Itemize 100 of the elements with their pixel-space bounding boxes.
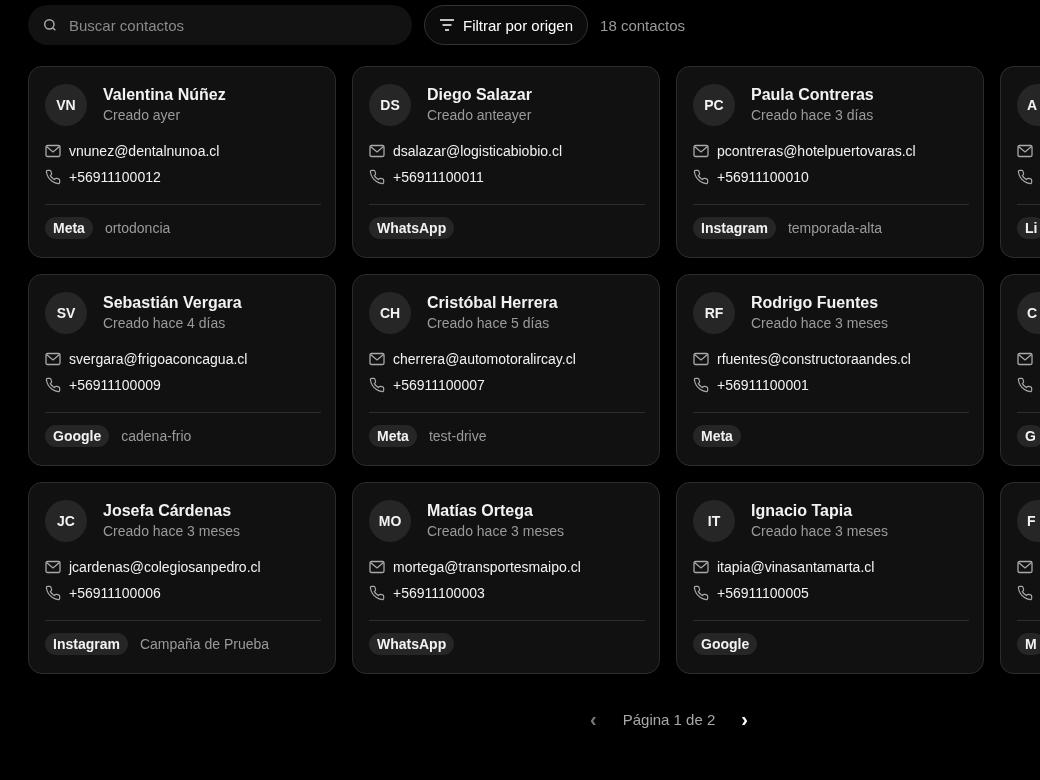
mail-icon bbox=[693, 560, 709, 574]
contact-card[interactable]: C G bbox=[1000, 274, 1040, 466]
mail-icon bbox=[369, 144, 385, 158]
avatar: DS bbox=[369, 83, 411, 126]
contact-tag: test-drive bbox=[428, 428, 487, 444]
email-text: itapia@vinasantamarta.cl bbox=[717, 559, 875, 575]
phone-text: +56911100001 bbox=[717, 377, 809, 393]
source-tag: WhatsApp bbox=[369, 633, 455, 655]
phone-text: +56911100006 bbox=[69, 585, 161, 601]
avatar: PC bbox=[693, 83, 735, 126]
contact-card[interactable]: RF Rodrigo Fuentes Creado hace 3 meses rfuentes@constructoraandes.cl +56911100001 Meta bbox=[676, 274, 984, 466]
mail-icon bbox=[1017, 352, 1033, 366]
source-tag: Li bbox=[1017, 217, 1040, 239]
contact-card[interactable]: DS Diego Salazar Creado anteayer dsalazar@logisticabiobio.cl +56911100011 WhatsApp bbox=[352, 66, 660, 258]
created-date: Creado ayer bbox=[103, 105, 182, 125]
phone-icon bbox=[45, 169, 61, 185]
created-date: Creado hace 4 días bbox=[103, 313, 227, 333]
contact-card[interactable]: CH Cristóbal Herrera Creado hace 5 días cherrera@automotoralircay.cl +56911100007 Meta test-drive bbox=[352, 274, 660, 466]
contact-name: Josefa Cárdenas bbox=[103, 500, 233, 521]
mail-icon bbox=[45, 560, 61, 574]
mail-icon bbox=[1017, 560, 1033, 574]
phone-text: +56911100010 bbox=[717, 169, 809, 185]
avatar: A bbox=[1017, 83, 1040, 126]
contact-count: 18 contactos bbox=[600, 16, 686, 34]
mail-icon bbox=[369, 352, 385, 366]
source-tag: WhatsApp bbox=[369, 217, 455, 239]
contact-card[interactable]: VN Valentina Núñez Creado ayer vnunez@dentalnunoa.cl +56911100012 Meta ortodoncia bbox=[28, 66, 336, 258]
contact-tag: ortodoncia bbox=[104, 220, 171, 236]
filter-button[interactable]: Filtrar por origen bbox=[424, 5, 589, 45]
source-tag: Meta bbox=[45, 217, 93, 239]
phone-text: +56911100011 bbox=[393, 169, 484, 185]
email-text: jcardenas@colegiosanpedro.cl bbox=[69, 559, 261, 575]
contact-card[interactable]: JC Josefa Cárdenas Creado hace 3 meses jcardenas@colegiosanpedro.cl +56911100006 Instagram Campaña de Prueba bbox=[28, 482, 336, 674]
email-text: pcontreras@hotelpuertovaras.cl bbox=[717, 143, 916, 159]
contact-name: Ignacio Tapia bbox=[751, 500, 854, 521]
contact-tag: Campaña de Prueba bbox=[139, 636, 270, 652]
avatar: IT bbox=[693, 499, 735, 542]
created-date: Creado hace 5 días bbox=[427, 313, 551, 333]
source-tag: Meta bbox=[369, 425, 417, 447]
created-date: Creado anteayer bbox=[427, 105, 532, 125]
contact-name: Diego Salazar bbox=[427, 84, 532, 105]
contact-card[interactable]: IT Ignacio Tapia Creado hace 3 meses itapia@vinasantamarta.cl +56911100005 Google bbox=[676, 482, 984, 674]
created-date: Creado hace 3 días bbox=[751, 105, 874, 125]
created-date: Creado hace 3 meses bbox=[427, 521, 564, 541]
page-indicator: Página 1 de 2 bbox=[622, 711, 716, 728]
source-tag: Google bbox=[693, 633, 758, 655]
phone-icon bbox=[693, 169, 709, 185]
email-text: svergara@frigoaconcagua.cl bbox=[69, 351, 248, 367]
source-tag: Instagram bbox=[45, 633, 128, 655]
avatar: MO bbox=[369, 499, 411, 542]
phone-text: +56911100005 bbox=[717, 585, 809, 601]
search-icon bbox=[42, 17, 58, 33]
phone-icon bbox=[693, 377, 709, 393]
contact-name: Valentina Núñez bbox=[103, 84, 226, 105]
contact-name: Matías Ortega bbox=[427, 500, 534, 521]
mail-icon bbox=[1017, 144, 1033, 158]
contact-name: Cristóbal Herrera bbox=[427, 292, 558, 313]
avatar: F bbox=[1017, 499, 1040, 542]
source-tag: M bbox=[1017, 633, 1040, 655]
source-tag: Google bbox=[45, 425, 110, 447]
email-text: vnunez@dentalnunoa.cl bbox=[69, 143, 220, 159]
phone-icon bbox=[369, 585, 385, 601]
phone-icon bbox=[45, 377, 61, 393]
created-date: Creado hace 3 meses bbox=[103, 521, 240, 541]
search-field[interactable]: Buscar contactos bbox=[28, 5, 412, 45]
contact-tag: temporada-alta bbox=[787, 220, 883, 236]
contact-card[interactable]: SV Sebastián Vergara Creado hace 4 días svergara@frigoaconcagua.cl +56911100009 Google cadena-frio bbox=[28, 274, 336, 466]
mail-icon bbox=[693, 352, 709, 366]
avatar: SV bbox=[45, 291, 87, 334]
mail-icon bbox=[369, 560, 385, 574]
phone-text: +56911100009 bbox=[69, 377, 161, 393]
phone-icon bbox=[1017, 377, 1033, 393]
source-tag: Instagram bbox=[693, 217, 776, 239]
avatar: JC bbox=[45, 499, 87, 542]
contact-card[interactable]: MO Matías Ortega Creado hace 3 meses mortega@transportesmaipo.cl +56911100003 WhatsApp bbox=[352, 482, 660, 674]
email-text: mortega@transportesmaipo.cl bbox=[393, 559, 581, 575]
phone-text: +56911100003 bbox=[393, 585, 485, 601]
source-tag: Meta bbox=[693, 425, 741, 447]
contact-card[interactable]: A Li bbox=[1000, 66, 1040, 258]
created-date: Creado hace 3 meses bbox=[751, 313, 888, 333]
email-text: rfuentes@constructoraandes.cl bbox=[717, 351, 911, 367]
phone-icon bbox=[1017, 585, 1033, 601]
contact-name: Paula Contreras bbox=[751, 84, 874, 105]
avatar: C bbox=[1017, 291, 1040, 334]
phone-icon bbox=[693, 585, 709, 601]
source-tag: G bbox=[1017, 425, 1040, 447]
phone-icon bbox=[369, 169, 385, 185]
mail-icon bbox=[45, 144, 61, 158]
mail-icon bbox=[693, 144, 709, 158]
avatar: CH bbox=[369, 291, 411, 334]
mail-icon bbox=[45, 352, 61, 366]
phone-text: +56911100007 bbox=[393, 377, 485, 393]
contact-card[interactable]: PC Paula Contreras Creado hace 3 días pcontreras@hotelpuertovaras.cl +56911100010 Instagram temporada-alta bbox=[676, 66, 984, 258]
email-text: dsalazar@logisticabiobio.cl bbox=[393, 143, 563, 159]
next-page-button[interactable]: › bbox=[737, 708, 752, 731]
contact-name: Rodrigo Fuentes bbox=[751, 292, 880, 313]
contact-card[interactable]: F M bbox=[1000, 482, 1040, 674]
phone-text: +56911100012 bbox=[69, 169, 161, 185]
phone-icon bbox=[369, 377, 385, 393]
email-text: cherrera@automotoralircay.cl bbox=[393, 351, 576, 367]
